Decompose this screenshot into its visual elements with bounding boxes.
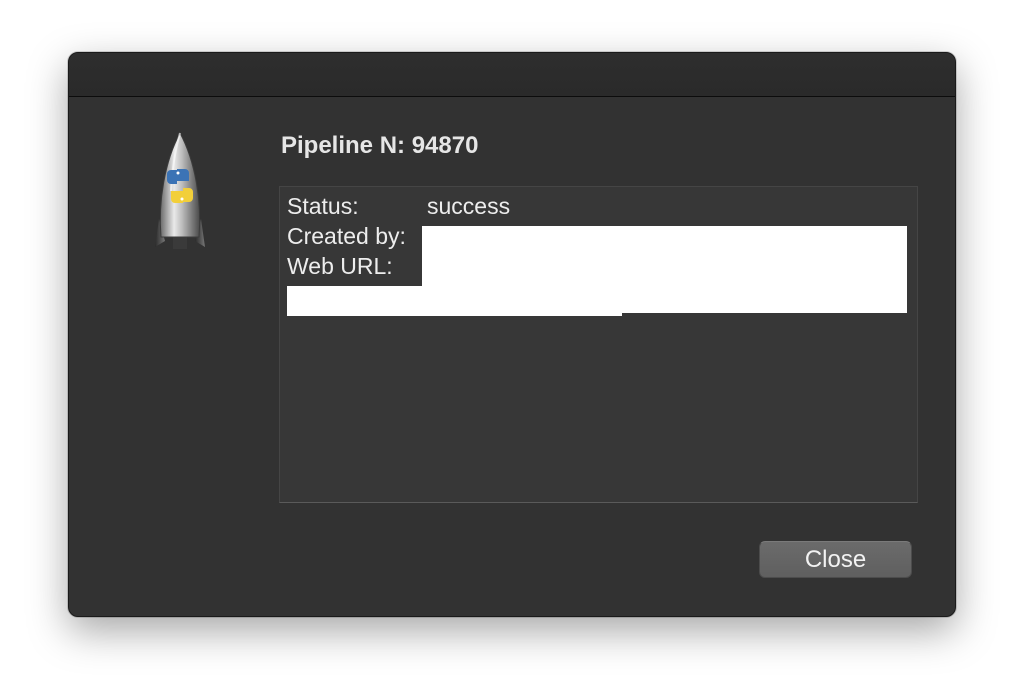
python-rocket-icon: [153, 131, 207, 255]
created-by-row: Created by:: [287, 223, 406, 250]
pipeline-title: Pipeline N: 94870: [281, 132, 479, 159]
redaction-block: [287, 286, 622, 316]
created-by-label: Created by:: [287, 223, 406, 249]
status-value: success: [427, 193, 511, 219]
status-row: Status: success: [287, 193, 510, 220]
web-url-label: Web URL:: [287, 253, 393, 279]
dialog-window: Pipeline N: 94870 Status: success Create…: [68, 52, 956, 617]
pipeline-info-text: Status: success Created by: Web URL:: [279, 186, 918, 503]
web-url-row: Web URL:: [287, 253, 393, 280]
status-label: Status:: [287, 193, 359, 219]
close-button[interactable]: Close: [759, 541, 912, 578]
title-bar[interactable]: [69, 53, 955, 97]
